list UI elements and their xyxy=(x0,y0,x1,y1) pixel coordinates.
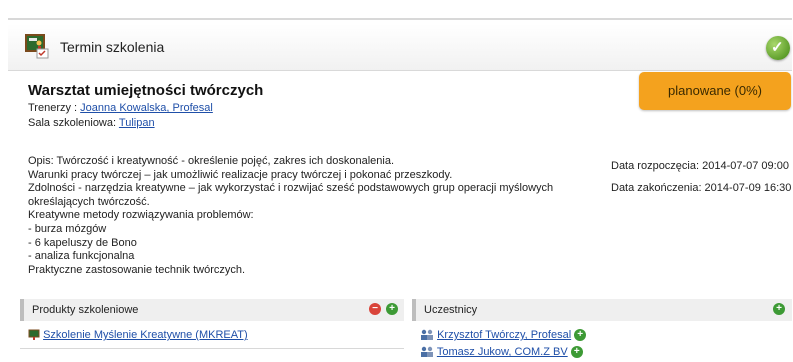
add-icon[interactable]: + xyxy=(386,303,398,315)
start-date: Data rozpoczęcia: 2014-07-07 09:00 xyxy=(611,160,789,172)
add-icon[interactable]: + xyxy=(773,303,785,315)
description: Opis: Twórczość i kreatywność - określen… xyxy=(28,155,588,277)
dates-block: Data rozpoczęcia: 2014-07-07 09:00 Data … xyxy=(611,155,791,199)
product-item: Szkolenie Myślenie Kreatywne (MKREAT) xyxy=(28,329,248,341)
description-line: - burza mózgów xyxy=(28,222,107,235)
description-line: Praktyczne zastosowanie technik twórczyc… xyxy=(28,263,246,276)
status-button[interactable]: planowane (0%) xyxy=(639,72,791,110)
description-line: Kreatywne metody rozwiązywania problemów… xyxy=(28,209,254,222)
room-link[interactable]: Tulipan xyxy=(119,117,155,129)
participant-item: Krzysztof Twórczy, Profesal + xyxy=(420,329,587,342)
room-line: Sala szkoleniowa: Tulipan xyxy=(28,117,155,129)
description-line: Warunki pracy twórczej – jak umożliwić r… xyxy=(28,168,453,181)
product-icon xyxy=(28,329,40,341)
participant-add-icon[interactable]: + xyxy=(574,329,587,342)
trainers-line: Trenerzy : Joanna Kowalska, Profesal xyxy=(28,102,213,114)
products-panel-header: Produkty szkoleniowe − + xyxy=(20,299,404,321)
remove-icon[interactable]: − xyxy=(369,303,381,315)
top-divider xyxy=(8,18,792,20)
end-date: Data zakończenia: 2014-07-09 16:30 xyxy=(611,182,792,194)
users-icon xyxy=(421,329,433,341)
description-line: Opis: Twórczość i kreatywność - określen… xyxy=(28,155,395,167)
product-link[interactable]: Szkolenie Myślenie Kreatywne (MKREAT) xyxy=(43,329,248,341)
description-line: Zdolności - narzędzia kreatywne – jak wy… xyxy=(28,182,554,195)
trainer-link[interactable]: Joanna Kowalska, Profesal xyxy=(80,102,213,114)
training-date-window: Termin szkolenia ✓ Warsztat umiejętności… xyxy=(8,18,792,362)
description-line: - 6 kapeluszy de Bono xyxy=(28,236,137,249)
participants-panel-title: Uczestnicy xyxy=(424,304,478,316)
trainers-label: Trenerzy : xyxy=(28,102,78,114)
description-line: określających twórczość. xyxy=(28,195,150,208)
training-board-icon xyxy=(25,34,49,59)
products-panel-title: Produkty szkoleniowe xyxy=(32,304,139,316)
description-line: - analiza funkcjonalna xyxy=(28,250,135,263)
workshop-title: Warsztat umiejętności twórczych xyxy=(28,82,264,99)
participant-add-icon[interactable]: + xyxy=(570,346,583,359)
participant-item: Tomasz Jukow, COM.Z BV + xyxy=(420,346,583,359)
room-label: Sala szkoleniowa: xyxy=(28,117,117,129)
users-icon xyxy=(421,346,433,358)
check-circle-icon[interactable]: ✓ xyxy=(766,36,790,60)
participants-panel-header: Uczestnicy + xyxy=(412,299,792,321)
products-divider xyxy=(20,348,404,349)
participant-link[interactable]: Tomasz Jukow, COM.Z BV xyxy=(437,346,568,358)
page-title: Termin szkolenia xyxy=(60,39,165,55)
header-bar: Termin szkolenia ✓ xyxy=(8,24,792,71)
participant-link[interactable]: Krzysztof Twórczy, Profesal xyxy=(437,329,571,341)
